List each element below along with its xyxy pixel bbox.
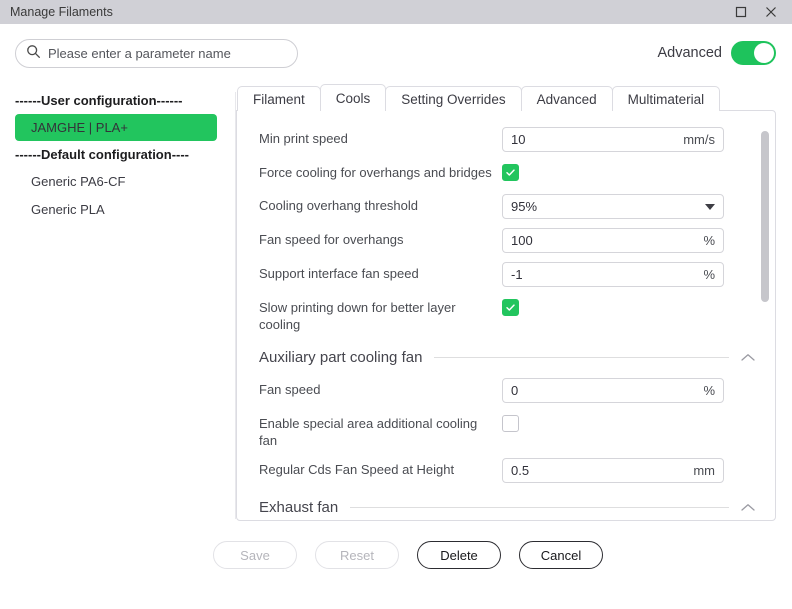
settings-scrollbar[interactable] [761, 115, 769, 516]
slow-printing-down-checkbox[interactable] [502, 299, 519, 316]
chevron-down-icon [705, 203, 715, 210]
tab-multimaterial[interactable]: Multimaterial [611, 86, 721, 111]
row-label: Regular Cds Fan Speed at Height [259, 462, 455, 477]
row-label: Fan speed [259, 382, 321, 397]
tab-label: Setting Overrides [401, 91, 506, 107]
sidebar-item-label: Generic PLA [31, 202, 105, 217]
sidebar-item-generic-pa6-cf[interactable]: Generic PA6-CF [15, 168, 217, 195]
sidebar-group-header-default: ------Default configuration---- [15, 147, 190, 162]
field-value: 100 [511, 233, 533, 248]
row-label: Fan speed for overhangs [259, 232, 404, 247]
row-regular-cds-fan-speed-at-height: Regular Cds Fan Speed at Height 0.5 mm [259, 458, 755, 483]
row-label: Force cooling for overhangs and bridges [259, 165, 492, 180]
tab-cools[interactable]: Cools [319, 84, 387, 111]
delete-button[interactable]: Delete [417, 541, 501, 569]
section-divider [434, 357, 729, 358]
tab-strip: Filament Cools Setting Overrides Advance… [236, 84, 776, 111]
field-unit: % [703, 383, 715, 398]
title-bar: Manage Filaments [0, 0, 792, 24]
row-force-cooling-overhangs-bridges: Force cooling for overhangs and bridges [259, 161, 755, 185]
footer-button-bar: Save Reset Delete Cancel [0, 525, 792, 585]
force-cooling-checkbox[interactable] [502, 164, 519, 181]
field-value: 95% [511, 199, 538, 214]
window-title: Manage Filaments [10, 5, 113, 19]
section-title: Exhaust fan [259, 499, 339, 516]
field-unit: mm [693, 463, 715, 478]
body: ------User configuration------ JAMGHE | … [0, 82, 792, 525]
row-label: Cooling overhang threshold [259, 198, 418, 213]
tab-content-cools: Min print speed 10 mm/s Force cooling fo… [236, 110, 776, 521]
save-button[interactable]: Save [213, 541, 297, 569]
tab-panel: Filament Cools Setting Overrides Advance… [236, 84, 776, 525]
tab-label: Cools [335, 90, 371, 106]
tab-advanced[interactable]: Advanced [520, 86, 613, 111]
section-exhaust-fan[interactable]: Exhaust fan [259, 499, 755, 516]
top-bar: Advanced [0, 24, 792, 82]
field-unit: % [703, 267, 715, 282]
advanced-label: Advanced [657, 45, 723, 61]
section-title: Auxiliary part cooling fan [259, 349, 423, 366]
close-button[interactable] [756, 0, 786, 24]
sidebar-item-jamghe-pla-plus[interactable]: JAMGHE | PLA+ [15, 114, 217, 141]
search-icon [26, 44, 41, 62]
field-unit: % [703, 233, 715, 248]
sidebar-item-label: Generic PA6-CF [31, 174, 126, 189]
section-auxiliary-part-cooling-fan[interactable]: Auxiliary part cooling fan [259, 349, 755, 366]
tab-filament[interactable]: Filament [237, 86, 321, 111]
cancel-button[interactable]: Cancel [519, 541, 603, 569]
row-min-print-speed: Min print speed 10 mm/s [259, 127, 755, 152]
advanced-toggle[interactable] [731, 41, 776, 65]
row-label: Slow printing down for better layer cool… [259, 300, 456, 332]
search-box[interactable] [15, 38, 298, 68]
scrollbar-thumb[interactable] [761, 131, 769, 302]
tab-setting-overrides[interactable]: Setting Overrides [385, 86, 522, 111]
chevron-up-icon[interactable] [741, 500, 755, 515]
support-interface-fan-speed-input[interactable]: -1 % [502, 262, 724, 287]
tab-label: Multimaterial [627, 91, 705, 107]
tab-label: Advanced [536, 91, 597, 107]
advanced-toggle-group: Advanced [657, 41, 776, 65]
min-print-speed-input[interactable]: 10 mm/s [502, 127, 724, 152]
search-input[interactable] [48, 45, 287, 61]
chevron-up-icon[interactable] [741, 350, 755, 365]
toggle-knob [754, 43, 774, 63]
field-value: -1 [511, 267, 523, 282]
fan-speed-overhangs-input[interactable]: 100 % [502, 228, 724, 253]
row-support-interface-fan-speed: Support interface fan speed -1 % [259, 262, 755, 287]
settings-scroll-area: Min print speed 10 mm/s Force cooling fo… [237, 111, 775, 520]
field-value: 10 [511, 132, 526, 147]
tab-label: Filament [253, 91, 305, 107]
sidebar-group-header-user: ------User configuration------ [15, 93, 183, 108]
regular-cds-fan-speed-height-input[interactable]: 0.5 mm [502, 458, 724, 483]
row-slow-printing-down: Slow printing down for better layer cool… [259, 296, 755, 333]
aux-fan-speed-input[interactable]: 0 % [502, 378, 724, 403]
row-label: Min print speed [259, 131, 348, 146]
field-value: 0.5 [511, 463, 530, 478]
row-cooling-overhang-threshold: Cooling overhang threshold 95% [259, 194, 755, 219]
special-area-cooling-fan-checkbox[interactable] [502, 415, 519, 432]
row-fan-speed: Fan speed 0 % [259, 378, 755, 403]
field-value: 0 [511, 383, 519, 398]
section-divider [350, 507, 729, 508]
reset-button[interactable]: Reset [315, 541, 399, 569]
cooling-overhang-threshold-select[interactable]: 95% [502, 194, 724, 219]
row-enable-special-area-additional-cooling-fan: Enable special area additional cooling f… [259, 412, 755, 449]
sidebar-item-generic-pla[interactable]: Generic PLA [15, 196, 217, 223]
maximize-button[interactable] [726, 0, 756, 24]
preset-sidebar: ------User configuration------ JAMGHE | … [0, 82, 236, 525]
field-unit: mm/s [683, 132, 715, 147]
sidebar-item-label: JAMGHE | PLA+ [31, 120, 128, 135]
row-label: Support interface fan speed [259, 266, 419, 281]
row-label: Enable special area additional cooling f… [259, 416, 478, 448]
row-fan-speed-for-overhangs: Fan speed for overhangs 100 % [259, 228, 755, 253]
